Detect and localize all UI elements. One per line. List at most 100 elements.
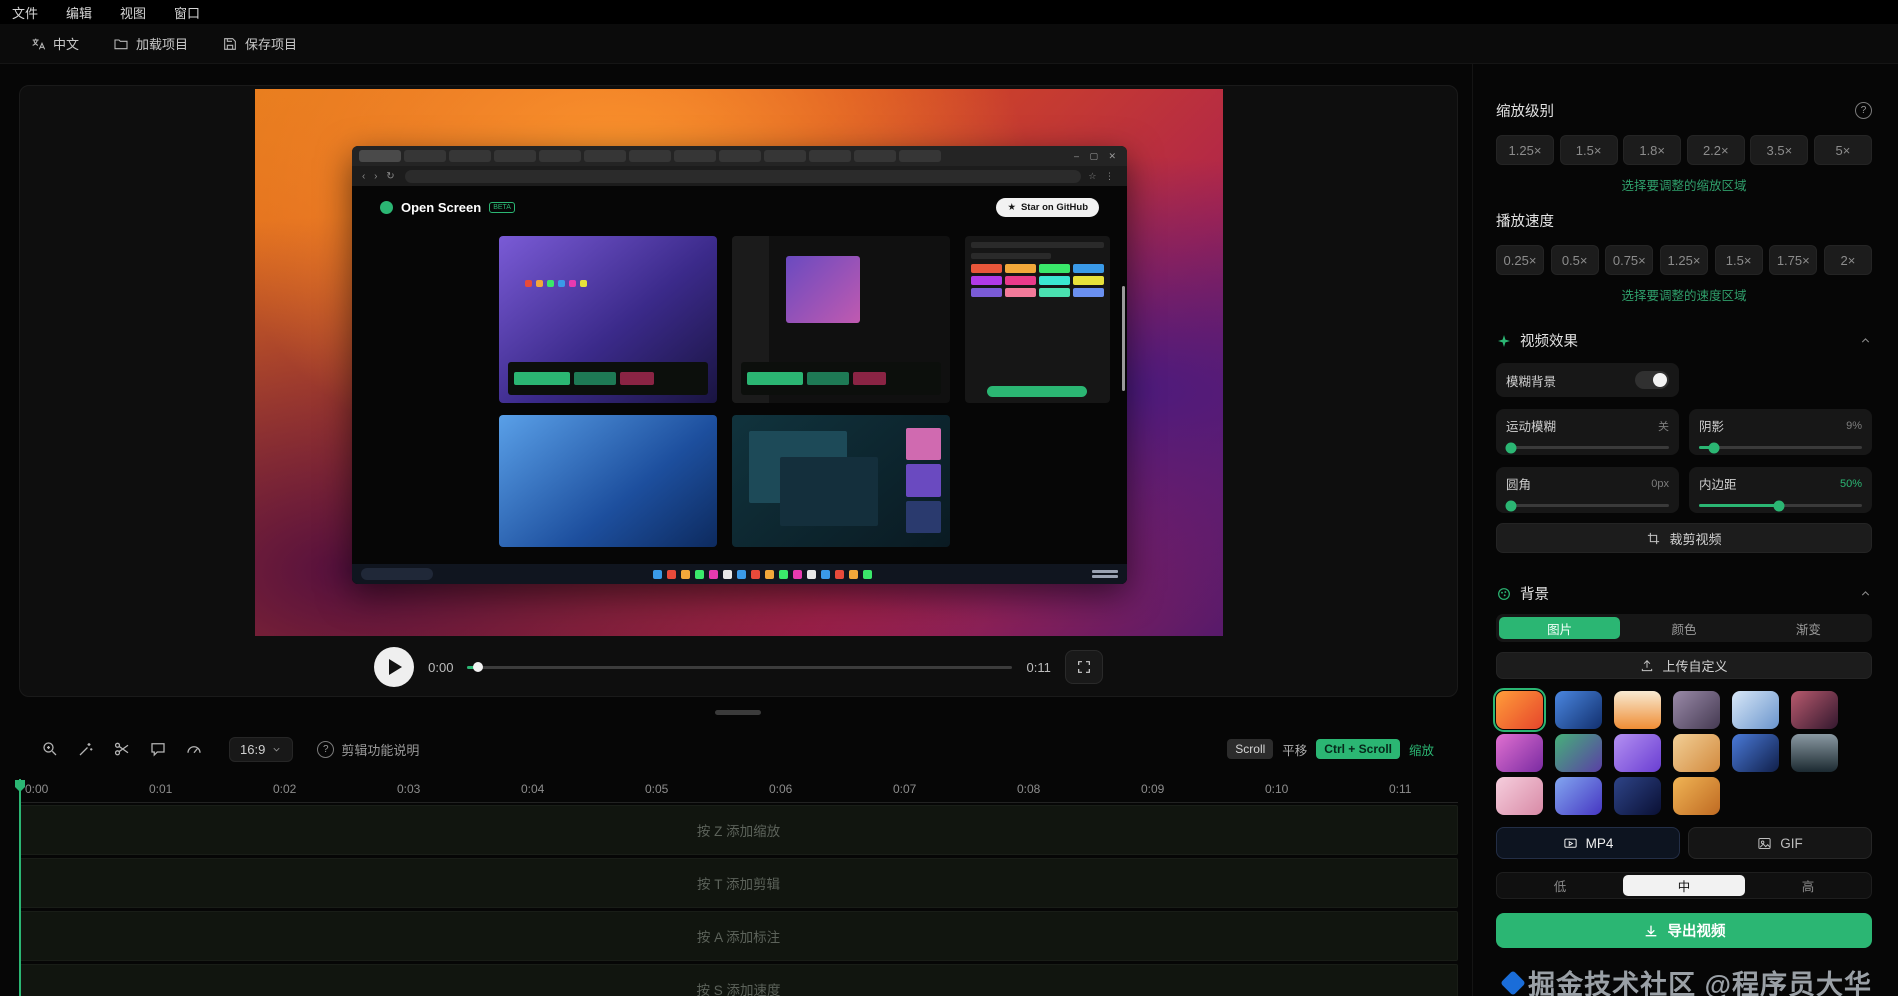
speed-option[interactable]: 0.75×: [1605, 245, 1654, 275]
quality-selector: 低 中 高: [1496, 872, 1872, 899]
format-mp4-button[interactable]: MP4: [1496, 827, 1680, 859]
background-thumbnails: [1493, 688, 1844, 815]
player-controls: 0:00 0:11: [20, 644, 1457, 690]
background-section-title: 背景: [1520, 587, 1549, 603]
browser-tab: [629, 150, 671, 162]
playhead[interactable]: [19, 779, 21, 996]
juejin-logo-icon: [1500, 969, 1526, 996]
playhead-marker-icon[interactable]: [14, 779, 26, 793]
zoom-option[interactable]: 2.2×: [1686, 135, 1745, 165]
speed-option[interactable]: 1.75×: [1769, 245, 1818, 275]
background-thumb[interactable]: [1555, 777, 1602, 815]
cut-tool-button[interactable]: [109, 736, 135, 762]
play-icon: [389, 659, 403, 675]
upload-icon: [1642, 659, 1653, 671]
padding-slider[interactable]: [1699, 500, 1862, 511]
zoom-tool-button[interactable]: [37, 736, 63, 762]
blur-background-toggle[interactable]: [1635, 371, 1669, 389]
zoom-option[interactable]: 5×: [1813, 135, 1872, 165]
export-video-button[interactable]: 导出视频: [1496, 913, 1872, 948]
effects-tool-button[interactable]: [73, 736, 99, 762]
quality-low[interactable]: 低: [1499, 875, 1621, 896]
background-thumb[interactable]: [1732, 734, 1779, 772]
background-thumb[interactable]: [1732, 691, 1779, 729]
panel-resize-handle[interactable]: [715, 710, 761, 715]
speed-option[interactable]: 2×: [1823, 245, 1872, 275]
background-thumb[interactable]: [1555, 691, 1602, 729]
speed-option[interactable]: 0.5×: [1550, 245, 1599, 275]
background-thumb[interactable]: [1555, 734, 1602, 772]
video-frame[interactable]: – ▢ ✕ ‹ › ↻ ☆ ⋮ Open Screen BETA ★ Star …: [255, 89, 1223, 636]
background-section-header[interactable]: 背景: [1496, 583, 1872, 604]
crop-video-button[interactable]: 裁剪视频: [1496, 523, 1872, 553]
editing-help[interactable]: ? 剪辑功能说明: [317, 740, 419, 759]
timeline-ruler[interactable]: 0:00 0:01 0:02 0:03 0:04 0:05 0:06 0:07 …: [19, 779, 1458, 803]
seek-bar[interactable]: [467, 662, 1013, 672]
app-icons-row: [525, 279, 588, 287]
trim-track[interactable]: 按 T 添加剪辑: [19, 858, 1458, 908]
effects-section-header[interactable]: 视频效果: [1496, 330, 1872, 351]
background-thumb[interactable]: [1614, 691, 1661, 729]
slider-knob[interactable]: [1505, 500, 1517, 511]
background-thumb[interactable]: [1791, 691, 1838, 729]
browser-tab: [899, 150, 941, 162]
tab-gradient[interactable]: 渐变: [1748, 617, 1869, 639]
menu-file[interactable]: 文件: [12, 3, 38, 22]
background-thumb[interactable]: [1614, 734, 1661, 772]
speed-track[interactable]: 按 S 添加速度: [19, 964, 1458, 996]
annotation-tool-button[interactable]: [145, 736, 171, 762]
background-thumb[interactable]: [1673, 777, 1720, 815]
zoom-option[interactable]: 1.25×: [1496, 135, 1554, 165]
speed-region-hint[interactable]: 选择要调整的速度区域: [1496, 285, 1872, 304]
quality-high[interactable]: 高: [1747, 875, 1869, 896]
aspect-ratio-dropdown[interactable]: 16:9: [229, 736, 294, 762]
browser-tab: [494, 150, 536, 162]
motion-blur-label: 运动模糊: [1506, 420, 1557, 434]
speed-option[interactable]: 0.25×: [1496, 245, 1544, 275]
background-thumb[interactable]: [1496, 777, 1543, 815]
seek-knob[interactable]: [473, 662, 484, 672]
speed-option[interactable]: 1.25×: [1659, 245, 1708, 275]
menu-edit[interactable]: 编辑: [66, 3, 92, 22]
format-gif-button[interactable]: GIF: [1688, 827, 1872, 859]
browser-tab: [809, 150, 851, 162]
speed-tool-button[interactable]: [181, 736, 207, 762]
zoom-option[interactable]: 3.5×: [1750, 135, 1809, 165]
fullscreen-icon: [1077, 661, 1090, 673]
background-thumb[interactable]: [1673, 734, 1720, 772]
quality-medium[interactable]: 中: [1623, 875, 1745, 896]
background-thumb[interactable]: [1493, 688, 1546, 732]
language-switcher[interactable]: 中文: [30, 34, 79, 53]
load-project-button[interactable]: 加载项目: [113, 34, 188, 53]
zoom-region-hint[interactable]: 选择要调整的缩放区域: [1496, 175, 1872, 194]
zoom-option[interactable]: 1.8×: [1623, 135, 1682, 165]
play-button[interactable]: [374, 647, 415, 687]
background-thumb[interactable]: [1791, 734, 1838, 772]
background-thumb[interactable]: [1614, 777, 1661, 815]
track-hint: 按 T 添加剪辑: [696, 877, 780, 892]
fullscreen-button[interactable]: [1064, 650, 1103, 684]
corner-radius-slider[interactable]: [1505, 500, 1669, 511]
annotation-track[interactable]: 按 A 添加标注: [19, 911, 1458, 961]
zoom-option[interactable]: 1.5×: [1559, 135, 1618, 165]
tab-color[interactable]: 颜色: [1623, 617, 1744, 639]
slider-knob[interactable]: [1505, 442, 1517, 453]
browser-tab: [359, 150, 401, 162]
ruler-label: 0:07: [893, 782, 917, 796]
tab-image[interactable]: 图片: [1499, 617, 1621, 639]
help-icon[interactable]: ?: [1855, 102, 1872, 119]
speed-section-header: 播放速度: [1496, 210, 1872, 231]
menu-view[interactable]: 视图: [120, 3, 146, 22]
corner-radius-label: 圆角: [1506, 478, 1532, 492]
shadow-slider[interactable]: [1699, 442, 1862, 453]
slider-knob[interactable]: [1708, 442, 1720, 453]
save-project-button[interactable]: 保存项目: [222, 34, 297, 53]
menu-window[interactable]: 窗口: [174, 3, 200, 22]
upload-custom-button[interactable]: 上传自定义: [1496, 652, 1872, 679]
background-thumb[interactable]: [1496, 734, 1543, 772]
speed-option[interactable]: 1.5×: [1714, 245, 1763, 275]
background-thumb[interactable]: [1673, 691, 1720, 729]
slider-knob[interactable]: [1773, 500, 1785, 511]
motion-blur-slider[interactable]: [1505, 442, 1669, 453]
zoom-track[interactable]: 按 Z 添加缩放: [19, 805, 1458, 855]
